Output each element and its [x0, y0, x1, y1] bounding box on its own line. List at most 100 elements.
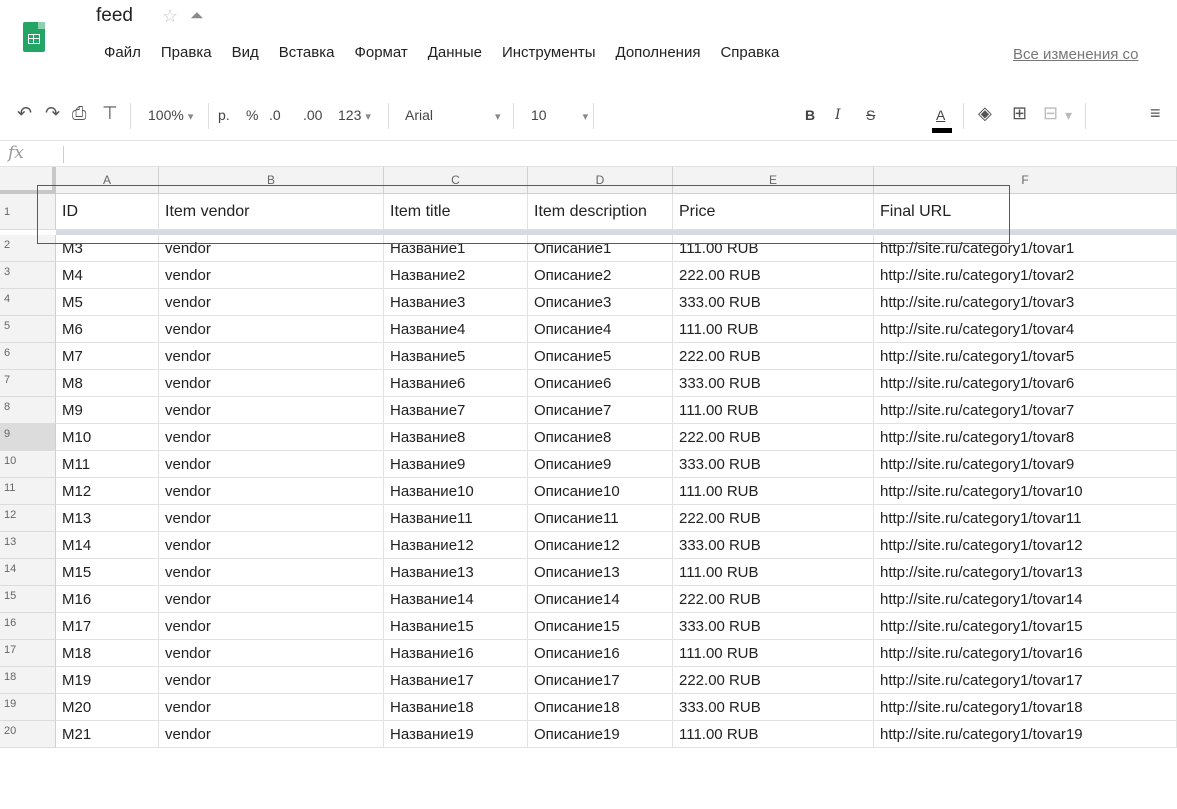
table-cell-a6[interactable]: M7	[56, 343, 159, 370]
table-cell-d18[interactable]: Описание17	[528, 667, 673, 694]
table-cell-c18[interactable]: Название17	[384, 667, 528, 694]
font-size-select[interactable]: 10 ▾	[531, 107, 588, 123]
merge-dropdown-icon[interactable]: ▾	[1065, 107, 1072, 124]
table-cell-f11[interactable]: http://site.ru/category1/tovar10	[874, 478, 1177, 505]
table-cell-a8[interactable]: M9	[56, 397, 159, 424]
table-cell-c16[interactable]: Название15	[384, 613, 528, 640]
menu-view[interactable]: Вид	[232, 44, 259, 68]
table-cell-e14[interactable]: 111.00 RUB	[673, 559, 874, 586]
table-cell-d2[interactable]: Описание1	[528, 235, 673, 262]
table-cell-e11[interactable]: 111.00 RUB	[673, 478, 874, 505]
table-cell-f7[interactable]: http://site.ru/category1/tovar6	[874, 370, 1177, 397]
table-cell-e2[interactable]: 111.00 RUB	[673, 235, 874, 262]
sheets-logo-icon[interactable]	[23, 22, 45, 52]
table-cell-c4[interactable]: Название3	[384, 289, 528, 316]
table-cell-a2[interactable]: M3	[56, 235, 159, 262]
paint-format-icon[interactable]: ⊤	[102, 103, 118, 124]
table-cell-f5[interactable]: http://site.ru/category1/tovar4	[874, 316, 1177, 343]
table-cell-a15[interactable]: M16	[56, 586, 159, 613]
increase-decimal-button[interactable]: .00	[303, 107, 322, 123]
table-cell-f15[interactable]: http://site.ru/category1/tovar14	[874, 586, 1177, 613]
header-cell-e[interactable]: Price	[673, 194, 874, 230]
row-header-11[interactable]: 11	[0, 478, 56, 505]
undo-icon[interactable]: ↶	[17, 103, 32, 124]
table-cell-d8[interactable]: Описание7	[528, 397, 673, 424]
table-cell-d16[interactable]: Описание15	[528, 613, 673, 640]
table-cell-a13[interactable]: M14	[56, 532, 159, 559]
column-header-f[interactable]: F	[874, 167, 1177, 194]
table-cell-c5[interactable]: Название4	[384, 316, 528, 343]
table-cell-e12[interactable]: 222.00 RUB	[673, 505, 874, 532]
merge-cells-icon[interactable]: ⊟	[1043, 103, 1058, 124]
table-cell-d12[interactable]: Описание11	[528, 505, 673, 532]
font-family-select[interactable]: Arial ▾	[405, 107, 501, 123]
table-cell-d13[interactable]: Описание12	[528, 532, 673, 559]
strikethrough-button[interactable]: S	[866, 107, 875, 123]
table-cell-d10[interactable]: Описание9	[528, 451, 673, 478]
row-header-2[interactable]: 2	[0, 235, 56, 262]
format-percent-button[interactable]: %	[246, 107, 258, 123]
table-cell-b20[interactable]: vendor	[159, 721, 384, 748]
table-cell-f14[interactable]: http://site.ru/category1/tovar13	[874, 559, 1177, 586]
row-header-16[interactable]: 16	[0, 613, 56, 640]
table-cell-f18[interactable]: http://site.ru/category1/tovar17	[874, 667, 1177, 694]
table-cell-e5[interactable]: 111.00 RUB	[673, 316, 874, 343]
move-to-folder-icon[interactable]: ⏶	[190, 6, 204, 26]
column-header-b[interactable]: B	[159, 167, 384, 194]
table-cell-e10[interactable]: 333.00 RUB	[673, 451, 874, 478]
decrease-decimal-button[interactable]: .0	[269, 107, 281, 123]
more-formats-select[interactable]: 123 ▾	[338, 107, 371, 123]
row-header-20[interactable]: 20	[0, 721, 56, 748]
select-all-corner[interactable]	[0, 167, 56, 194]
table-cell-f10[interactable]: http://site.ru/category1/tovar9	[874, 451, 1177, 478]
table-cell-d4[interactable]: Описание3	[528, 289, 673, 316]
table-cell-a20[interactable]: M21	[56, 721, 159, 748]
table-cell-e13[interactable]: 333.00 RUB	[673, 532, 874, 559]
format-currency-button[interactable]: р.	[218, 107, 230, 123]
menu-file[interactable]: Файл	[104, 44, 141, 68]
table-cell-d15[interactable]: Описание14	[528, 586, 673, 613]
table-cell-c10[interactable]: Название9	[384, 451, 528, 478]
table-cell-e7[interactable]: 333.00 RUB	[673, 370, 874, 397]
row-header-1[interactable]: 1	[0, 194, 56, 230]
row-header-19[interactable]: 19	[0, 694, 56, 721]
text-color-button[interactable]: A	[936, 107, 945, 123]
row-header-4[interactable]: 4	[0, 289, 56, 316]
borders-icon[interactable]: ⊞	[1012, 103, 1027, 124]
table-cell-f6[interactable]: http://site.ru/category1/tovar5	[874, 343, 1177, 370]
table-cell-f9[interactable]: http://site.ru/category1/tovar8	[874, 424, 1177, 451]
table-cell-c6[interactable]: Название5	[384, 343, 528, 370]
row-header-12[interactable]: 12	[0, 505, 56, 532]
table-cell-b5[interactable]: vendor	[159, 316, 384, 343]
row-header-10[interactable]: 10	[0, 451, 56, 478]
table-cell-b19[interactable]: vendor	[159, 694, 384, 721]
table-cell-c11[interactable]: Название10	[384, 478, 528, 505]
table-cell-b6[interactable]: vendor	[159, 343, 384, 370]
table-cell-f20[interactable]: http://site.ru/category1/tovar19	[874, 721, 1177, 748]
table-cell-b8[interactable]: vendor	[159, 397, 384, 424]
row-header-3[interactable]: 3	[0, 262, 56, 289]
row-header-18[interactable]: 18	[0, 667, 56, 694]
document-title[interactable]: feed	[96, 5, 133, 27]
row-header-8[interactable]: 8	[0, 397, 56, 424]
row-header-14[interactable]: 14	[0, 559, 56, 586]
table-cell-e8[interactable]: 111.00 RUB	[673, 397, 874, 424]
table-cell-b18[interactable]: vendor	[159, 667, 384, 694]
table-cell-e19[interactable]: 333.00 RUB	[673, 694, 874, 721]
table-cell-b14[interactable]: vendor	[159, 559, 384, 586]
header-cell-c[interactable]: Item title	[384, 194, 528, 230]
fill-color-icon[interactable]: ◈	[978, 103, 992, 124]
menu-edit[interactable]: Правка	[161, 44, 212, 68]
row-header-13[interactable]: 13	[0, 532, 56, 559]
table-cell-e15[interactable]: 222.00 RUB	[673, 586, 874, 613]
table-cell-c19[interactable]: Название18	[384, 694, 528, 721]
table-cell-d11[interactable]: Описание10	[528, 478, 673, 505]
header-cell-b[interactable]: Item vendor	[159, 194, 384, 230]
menu-insert[interactable]: Вставка	[279, 44, 335, 68]
table-cell-c3[interactable]: Название2	[384, 262, 528, 289]
table-cell-a11[interactable]: M12	[56, 478, 159, 505]
table-cell-c7[interactable]: Название6	[384, 370, 528, 397]
menu-format[interactable]: Формат	[354, 44, 407, 68]
table-cell-f3[interactable]: http://site.ru/category1/tovar2	[874, 262, 1177, 289]
table-cell-d20[interactable]: Описание19	[528, 721, 673, 748]
